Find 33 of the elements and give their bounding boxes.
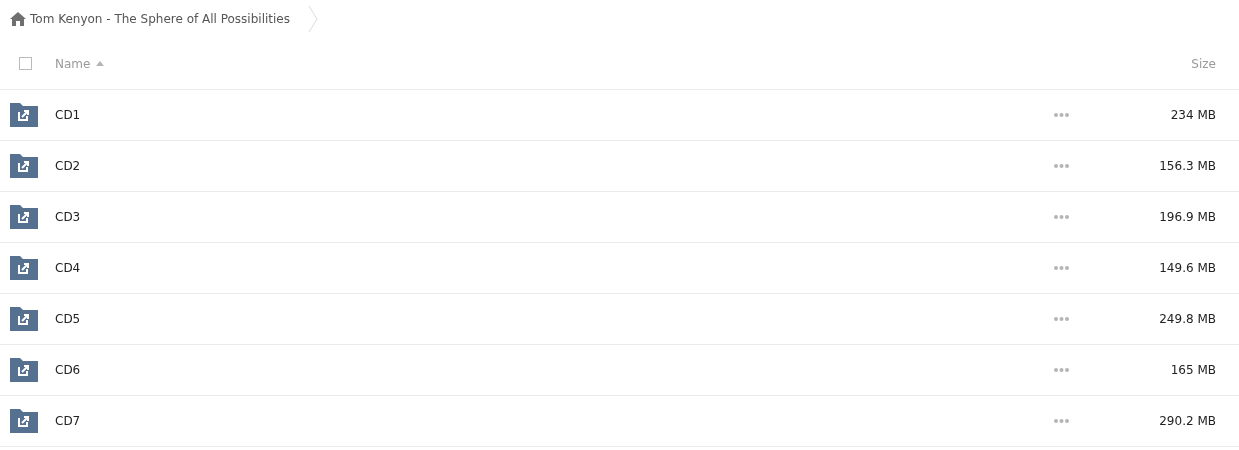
file-name[interactable]: CD6 bbox=[55, 363, 1054, 377]
file-name[interactable]: CD5 bbox=[55, 312, 1054, 326]
file-size: 290.2 MB bbox=[1158, 414, 1217, 428]
shared-folder-icon bbox=[10, 154, 38, 178]
more-icon[interactable] bbox=[1054, 266, 1069, 270]
more-icon[interactable] bbox=[1054, 317, 1069, 321]
file-name[interactable]: CD1 bbox=[55, 108, 1054, 122]
file-name[interactable]: CD4 bbox=[55, 261, 1054, 275]
file-name[interactable]: CD3 bbox=[55, 210, 1054, 224]
file-name[interactable]: CD7 bbox=[55, 414, 1054, 428]
file-size: 196.9 MB bbox=[1158, 210, 1217, 224]
breadcrumb-link[interactable]: Tom Kenyon - The Sphere of All Possibilities bbox=[30, 12, 290, 26]
chevron-icon bbox=[308, 5, 318, 33]
home-icon[interactable] bbox=[10, 12, 26, 26]
more-icon[interactable] bbox=[1054, 164, 1069, 168]
shared-folder-icon bbox=[10, 256, 38, 280]
select-all-checkbox[interactable] bbox=[19, 57, 32, 70]
file-size: 249.8 MB bbox=[1158, 312, 1217, 326]
more-icon[interactable] bbox=[1054, 113, 1069, 117]
more-icon[interactable] bbox=[1054, 368, 1069, 372]
sort-icon bbox=[96, 61, 105, 66]
shared-folder-icon bbox=[10, 205, 38, 229]
file-size: 165 MB bbox=[1169, 363, 1217, 377]
file-size: 156.3 MB bbox=[1158, 159, 1217, 173]
file-size: 149.6 MB bbox=[1158, 261, 1217, 275]
shared-folder-icon bbox=[10, 103, 38, 127]
file-size: 234 MB bbox=[1169, 108, 1217, 122]
more-icon[interactable] bbox=[1054, 419, 1069, 423]
shared-folder-icon bbox=[10, 409, 38, 433]
shared-folder-icon bbox=[10, 358, 38, 382]
more-icon[interactable] bbox=[1054, 215, 1069, 219]
file-name[interactable]: CD2 bbox=[55, 159, 1054, 173]
shared-folder-icon bbox=[10, 307, 38, 331]
